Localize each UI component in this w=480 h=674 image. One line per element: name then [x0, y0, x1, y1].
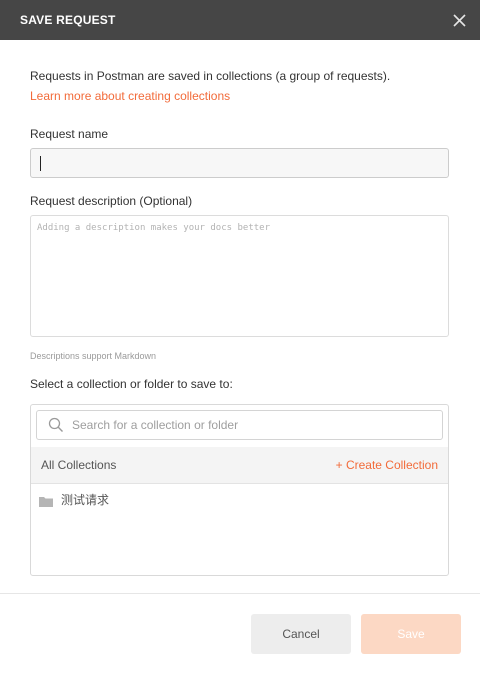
dialog-title: SAVE REQUEST [20, 13, 116, 27]
intro-text: Requests in Postman are saved in collect… [30, 69, 391, 83]
learn-more-link[interactable]: Learn more about creating collections [30, 88, 230, 104]
collection-search-box[interactable] [36, 410, 443, 440]
markdown-note: Descriptions support Markdown [30, 351, 157, 361]
cancel-button[interactable]: Cancel [251, 614, 351, 654]
request-description-label: Request description (Optional) [30, 194, 193, 208]
folder-icon [39, 494, 53, 507]
request-name-label: Request name [30, 127, 109, 141]
breadcrumb-all-collections[interactable]: All Collections [41, 458, 116, 472]
request-name-input[interactable] [30, 148, 449, 178]
request-description-input[interactable] [30, 215, 449, 337]
text-caret [40, 156, 41, 171]
close-icon[interactable] [450, 11, 468, 29]
collection-item-name: 测试请求 [61, 493, 110, 507]
collection-picker: All Collections + Create Collection 测试请求 [30, 404, 449, 576]
collection-search-input[interactable] [72, 418, 432, 432]
collection-breadcrumb-row: All Collections + Create Collection [31, 447, 448, 484]
dialog-titlebar: SAVE REQUEST [0, 0, 480, 40]
save-button[interactable]: Save [361, 614, 461, 654]
footer-divider [0, 593, 480, 594]
create-collection-button[interactable]: + Create Collection [336, 458, 438, 472]
search-icon [46, 415, 66, 435]
collection-item[interactable]: 测试请求 [39, 491, 109, 508]
collection-select-label: Select a collection or folder to save to… [30, 377, 233, 391]
